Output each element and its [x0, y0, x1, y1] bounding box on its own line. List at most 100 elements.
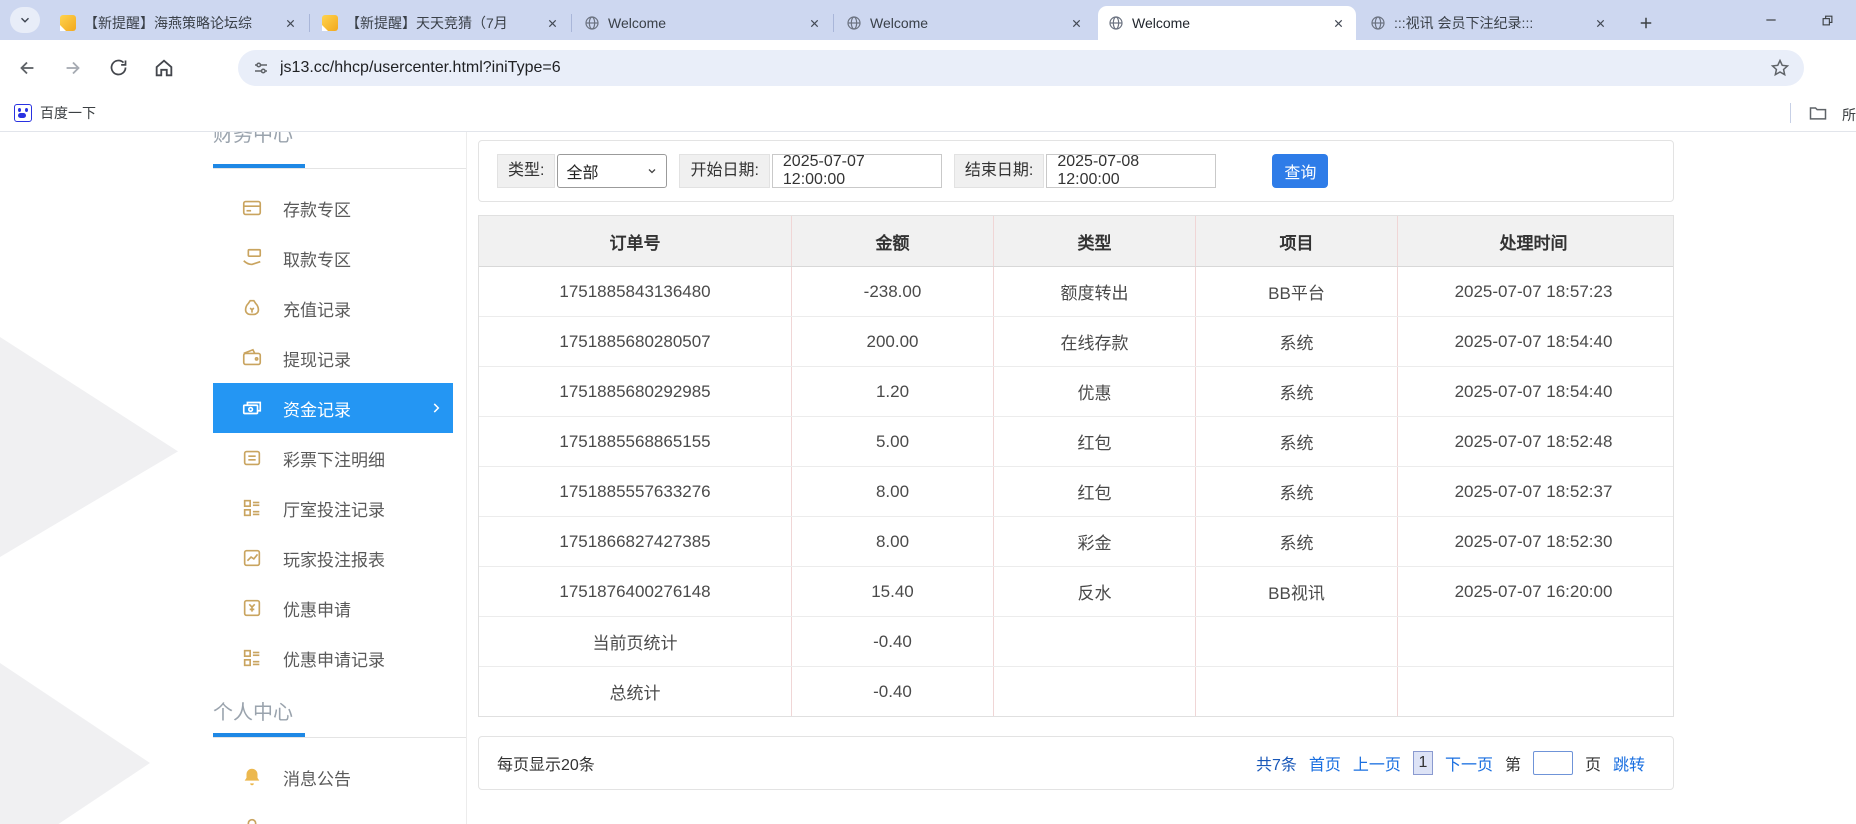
cell-order-id: 1751876400276148 — [479, 567, 792, 616]
hall-bet-record-icon — [241, 497, 263, 519]
sidebar-item-partial[interactable] — [213, 802, 453, 824]
current-page-badge[interactable]: 1 — [1413, 751, 1433, 775]
cell-amount: -0.40 — [792, 667, 994, 716]
cell-amount: -238.00 — [792, 267, 994, 316]
tab-close-icon[interactable] — [544, 15, 560, 31]
tab-title: 【新提醒】天天竞猜（7月 — [346, 13, 536, 33]
sidebar-item-label: 玩家投注报表 — [283, 546, 385, 571]
cell-order-id: 1751885680280507 — [479, 317, 792, 366]
promo-record-icon — [241, 647, 263, 669]
sidebar-section-personal-title: 个人中心 — [213, 701, 466, 725]
jump-suffix-text: 页 — [1585, 751, 1601, 775]
new-tab-button[interactable] — [1632, 9, 1660, 37]
prev-page-link[interactable]: 上一页 — [1353, 751, 1401, 775]
globe-favicon — [584, 15, 600, 31]
browser-tab-3[interactable]: Welcome — [574, 6, 832, 40]
type-select[interactable]: 全部 — [557, 154, 667, 188]
sidebar: 财务中心 存款专区 取款专区 充值记录 提现记录 资金记录 — [213, 132, 467, 824]
browser-tab-1[interactable]: 【新提醒】海燕策略论坛综 — [50, 6, 308, 40]
table-row-grand-total: 总统计 -0.40 — [479, 666, 1673, 716]
tab-close-icon[interactable] — [282, 15, 298, 31]
tab-close-icon[interactable] — [806, 15, 822, 31]
cell-type: 反水 — [994, 567, 1196, 616]
bookmarks-divider — [1790, 103, 1791, 123]
cell-empty — [1398, 617, 1669, 666]
site-info-icon[interactable] — [252, 59, 270, 77]
window-restore-button[interactable] — [1812, 5, 1842, 35]
column-header: 处理时间 — [1398, 216, 1669, 266]
cell-order-id: 1751866827427385 — [479, 517, 792, 566]
tab-close-icon[interactable] — [1068, 15, 1084, 31]
search-button[interactable]: 查询 — [1272, 154, 1328, 188]
recharge-moneybag-icon — [241, 297, 263, 319]
cell-time: 2025-07-07 18:52:37 — [1398, 467, 1669, 516]
all-bookmarks-folder[interactable] — [1808, 103, 1828, 123]
sidebar-item-lottery-bet-detail[interactable]: 彩票下注明细 — [213, 433, 453, 483]
cell-project: 系统 — [1196, 367, 1398, 416]
tab-close-icon[interactable] — [1592, 15, 1608, 31]
bookmark-label: 百度一下 — [40, 103, 96, 123]
cell-empty — [1196, 667, 1398, 716]
sidebar-item-message-announcement[interactable]: 消息公告 — [213, 752, 453, 802]
reload-button[interactable] — [108, 57, 129, 78]
sidebar-item-withdraw[interactable]: 取款专区 — [213, 233, 453, 283]
sidebar-item-funds-record[interactable]: 资金记录 — [213, 383, 453, 433]
start-date-input[interactable]: 2025-07-07 12:00:00 — [772, 154, 942, 188]
funds-banknotes-icon — [241, 397, 263, 419]
browser-tab-4[interactable]: Welcome — [836, 6, 1094, 40]
player-report-icon — [241, 547, 263, 569]
page-jump-input[interactable] — [1533, 751, 1573, 775]
tab-title: Welcome — [870, 15, 1060, 31]
pagination-bar: 每页显示20条 共7条 首页 上一页 1 下一页 第 页 跳转 — [478, 736, 1674, 790]
sidebar-item-promo-apply-record[interactable]: 优惠申请记录 — [213, 633, 453, 683]
cell-time: 2025-07-07 18:52:30 — [1398, 517, 1669, 566]
next-page-link[interactable]: 下一页 — [1445, 751, 1493, 775]
tab-title: :::视讯 会员下注纪录::: — [1394, 13, 1584, 33]
column-header: 项目 — [1196, 216, 1398, 266]
cell-time: 2025-07-07 18:52:48 — [1398, 417, 1669, 466]
filter-bar: 类型: 全部 开始日期: 2025-07-07 12:00:00 结束日期: 2… — [478, 140, 1674, 202]
cell-type: 优惠 — [994, 367, 1196, 416]
cell-order-id: 1751885568865155 — [479, 417, 792, 466]
tab-close-icon[interactable] — [1330, 15, 1346, 31]
type-label: 类型: — [497, 154, 555, 188]
browser-tab-2[interactable]: 【新提醒】天天竞猜（7月 — [312, 6, 570, 40]
first-page-link[interactable]: 首页 — [1309, 751, 1341, 775]
sidebar-section-finance-title: 财务中心 — [213, 132, 466, 147]
sidebar-item-hall-bet-record[interactable]: 厅室投注记录 — [213, 483, 453, 533]
sidebar-item-label: 存款专区 — [283, 196, 351, 221]
sidebar-item-withdraw-record[interactable]: 提现记录 — [213, 333, 453, 383]
baidu-icon — [14, 104, 32, 122]
total-count-text: 共7条 — [1256, 751, 1297, 775]
end-date-input[interactable]: 2025-07-08 12:00:00 — [1046, 154, 1216, 188]
sidebar-item-deposit[interactable]: 存款专区 — [213, 183, 453, 233]
restore-icon — [1820, 13, 1835, 28]
cell-time: 2025-07-07 16:20:00 — [1398, 567, 1669, 616]
browser-tab-6[interactable]: :::视讯 会员下注纪录::: — [1360, 6, 1618, 40]
address-bar[interactable]: js13.cc/hhcp/usercenter.html?iniType=6 — [238, 50, 1804, 86]
page-size-text: 每页显示20条 — [497, 751, 595, 775]
sidebar-item-promo-apply[interactable]: 优惠申请 — [213, 583, 453, 633]
browser-tab-5-active[interactable]: Welcome — [1098, 6, 1356, 40]
globe-favicon — [1108, 15, 1124, 31]
window-minimize-button[interactable] — [1756, 5, 1786, 35]
type-select-value: 全部 — [566, 159, 598, 183]
cell-amount: -0.40 — [792, 617, 994, 666]
bookmark-baidu[interactable]: 百度一下 — [14, 95, 96, 131]
sidebar-item-player-bet-report[interactable]: 玩家投注报表 — [213, 533, 453, 583]
home-button[interactable] — [153, 57, 175, 79]
forward-button[interactable] — [62, 57, 84, 79]
plus-icon — [1637, 14, 1655, 32]
promo-apply-icon — [241, 597, 263, 619]
withdraw-hand-icon — [241, 247, 263, 269]
back-button[interactable] — [16, 57, 38, 79]
jump-action-link[interactable]: 跳转 — [1613, 751, 1645, 775]
cell-project: 系统 — [1196, 317, 1398, 366]
globe-favicon — [1370, 15, 1386, 31]
bookmark-star-icon[interactable] — [1770, 58, 1790, 78]
tab-search-button[interactable] — [10, 7, 40, 33]
sidebar-item-label: 资金记录 — [283, 396, 351, 421]
cell-amount: 5.00 — [792, 417, 994, 466]
sidebar-item-recharge-record[interactable]: 充值记录 — [213, 283, 453, 333]
sidebar-item-label: 消息公告 — [283, 765, 351, 790]
